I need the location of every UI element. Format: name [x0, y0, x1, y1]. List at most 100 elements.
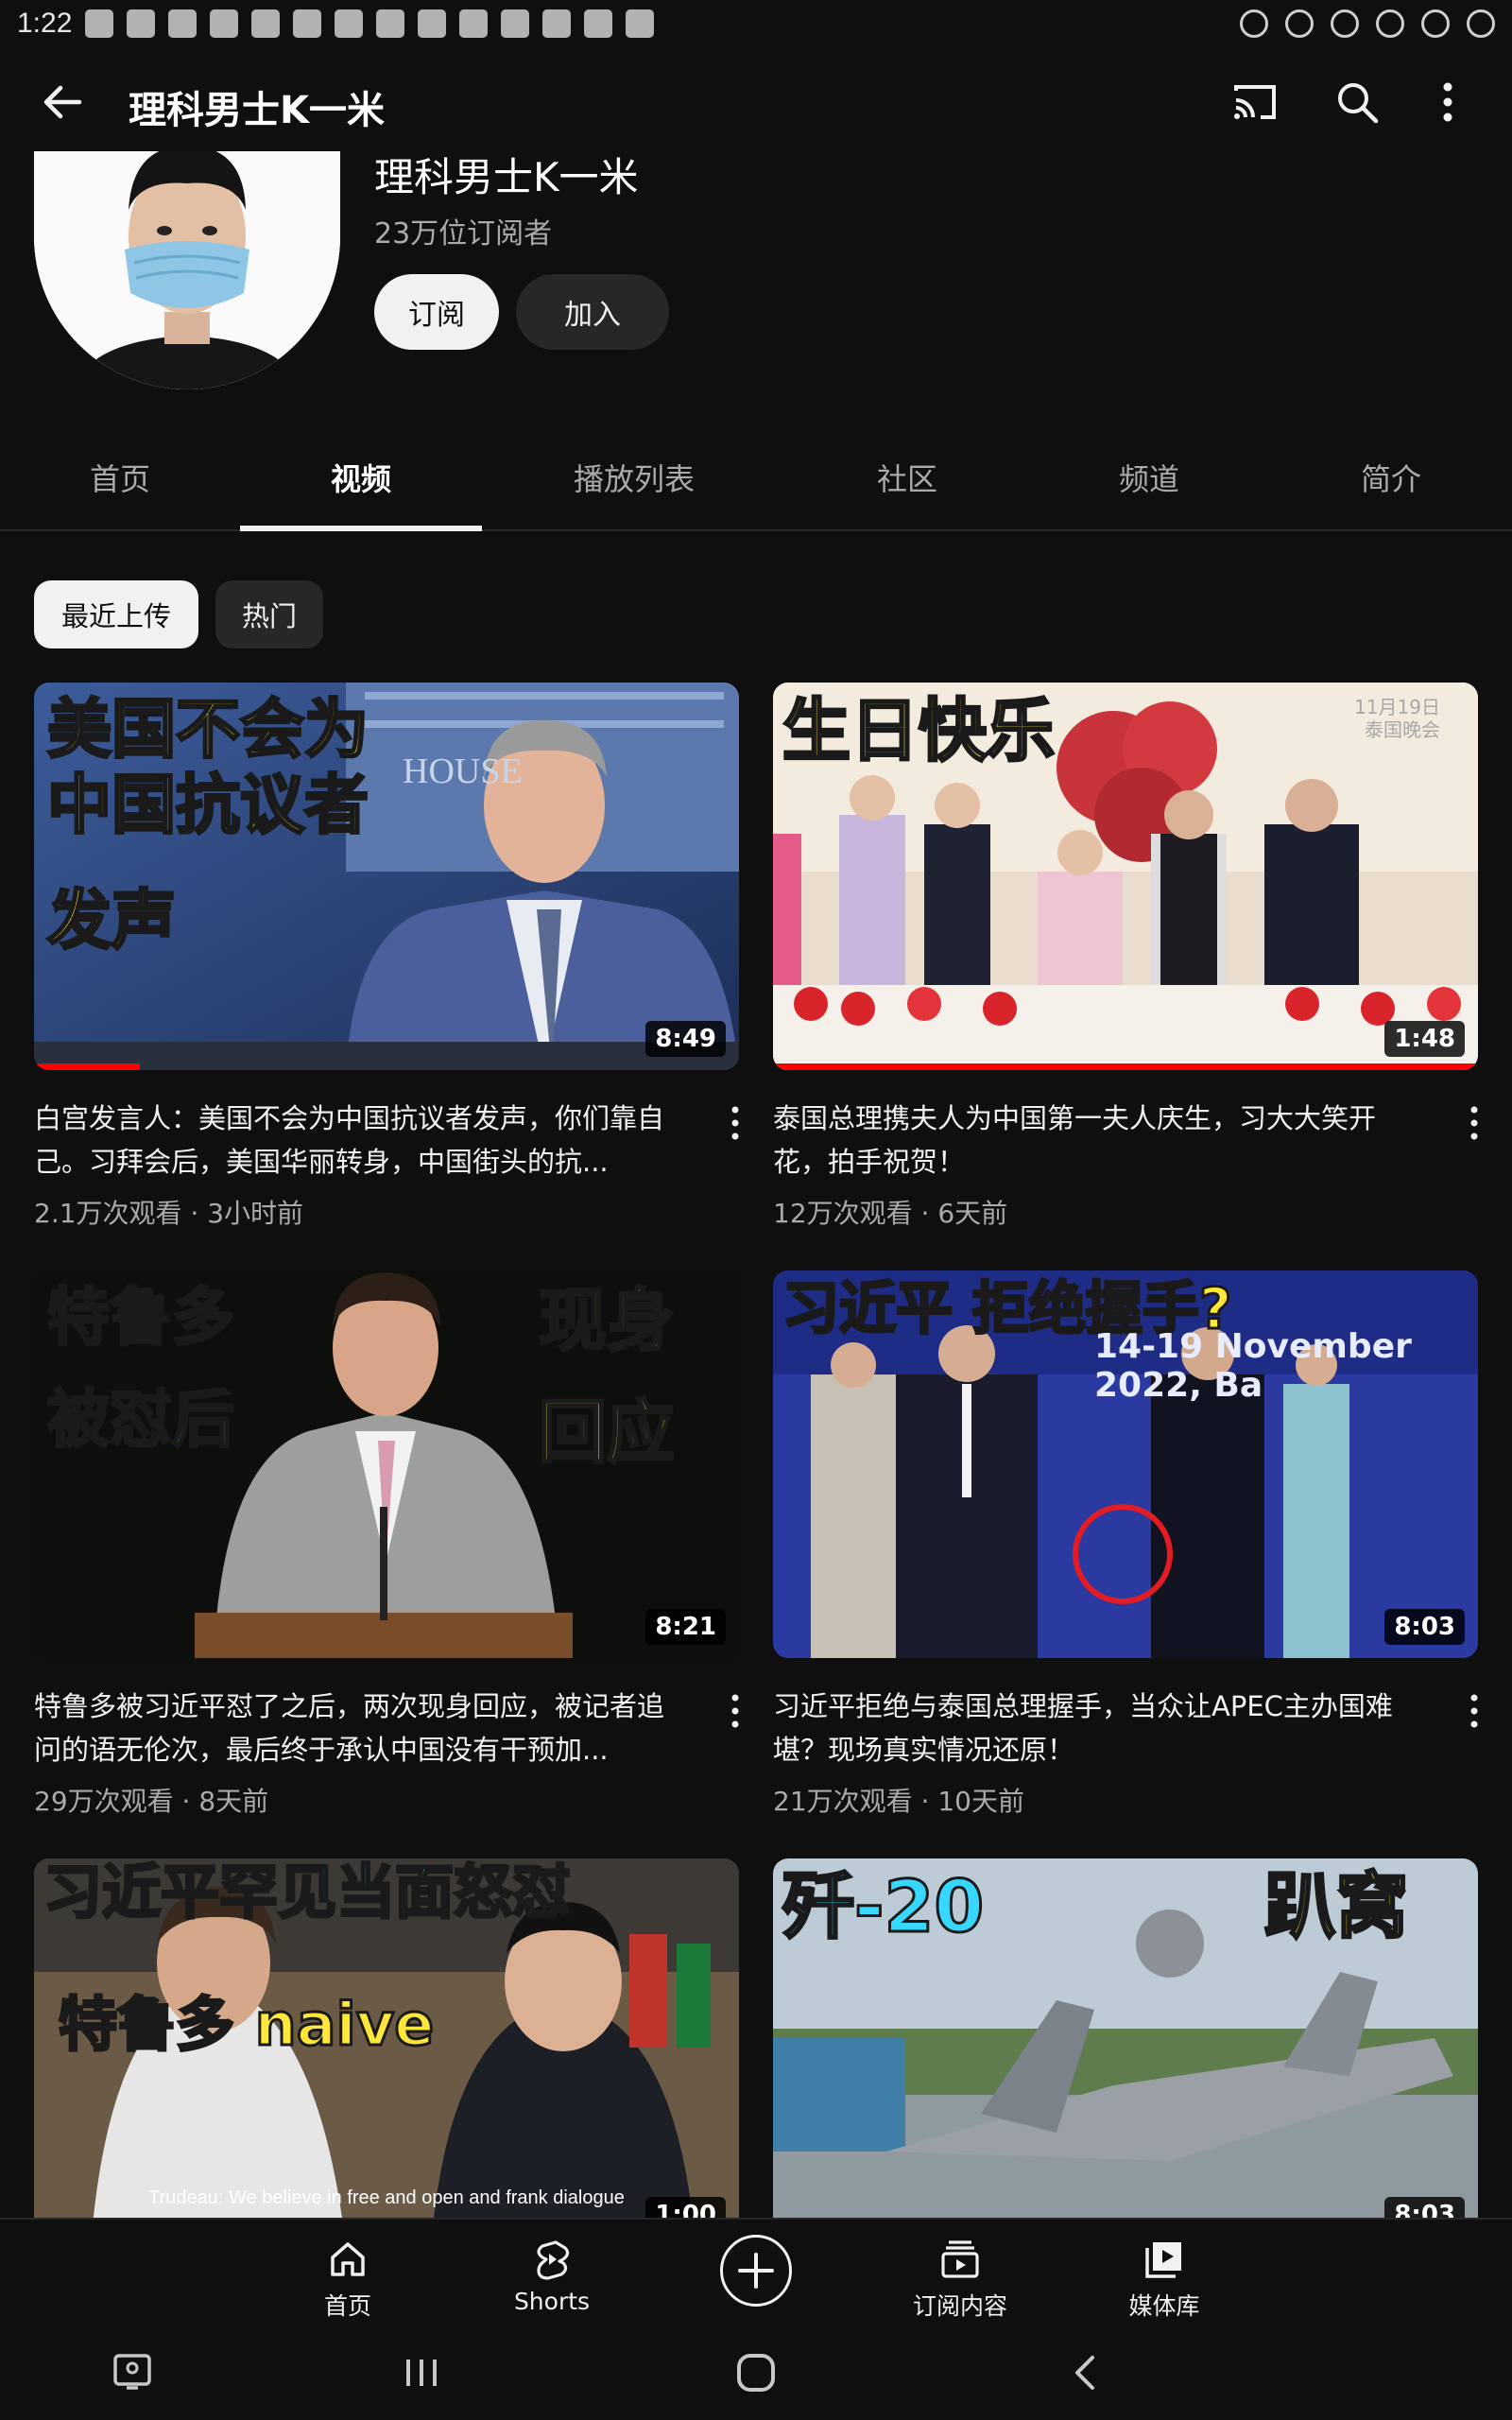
thumbnail-text: 生日快乐 — [781, 691, 1056, 771]
video-thumbnail[interactable]: 歼-20 趴窝 8:03 — [773, 1858, 1478, 2218]
video-title[interactable]: 习近平拒绝与泰国总理握手，当众让APEC主办国难堪？现场真实情况还原！ — [773, 1685, 1416, 1772]
video-more-icon[interactable] — [724, 1102, 747, 1144]
video-duration: 1:00 — [645, 2197, 726, 2218]
thumbnail-caption: Trudeau: We believe in free and open and… — [148, 2187, 625, 2208]
nav-shorts[interactable]: Shorts — [476, 2229, 627, 2324]
notification-icon — [501, 9, 529, 38]
view-count: 12万次观看 — [773, 1198, 913, 1229]
thumbnail-corner-text: 11月19日 泰国晚会 — [1354, 696, 1440, 741]
signal-icon — [1421, 9, 1450, 38]
video-duration: 1:48 — [1384, 1021, 1465, 1057]
channel-tabs: 首页 视频 播放列表 社区 频道 简介 — [0, 425, 1512, 531]
video-duration: 8:49 — [645, 1021, 726, 1057]
video-meta: 21万次观看 · 10天前 — [773, 1786, 1024, 1817]
shorts-icon — [537, 2240, 570, 2280]
video-meta: 2.1万次观看 · 3小时前 — [34, 1198, 304, 1229]
thumbnail-background-text: HOUSE — [403, 752, 523, 791]
subscribe-button[interactable]: 订阅 — [374, 274, 499, 350]
notification-icon — [584, 9, 612, 38]
upload-age: 3小时前 — [207, 1198, 304, 1229]
nav-home-label: 首页 — [323, 2292, 371, 2320]
avatar-image — [34, 151, 340, 389]
video-meta: 29万次观看 · 8天前 — [34, 1786, 269, 1817]
notification-icon — [210, 9, 238, 38]
view-count: 29万次观看 — [34, 1786, 174, 1817]
home-button-icon[interactable] — [733, 2350, 779, 2395]
tab-about[interactable]: 简介 — [1270, 425, 1512, 529]
thumbnail-text: 中国抗议者 — [45, 768, 369, 844]
view-count: 21万次观看 — [773, 1786, 913, 1817]
notification-icon — [85, 9, 113, 38]
notification-icon — [459, 9, 488, 38]
watch-progress-bar — [773, 1063, 1478, 1070]
cast-icon[interactable] — [1228, 76, 1281, 129]
thumbnail-text: 现身 — [537, 1281, 676, 1361]
tab-home[interactable]: 首页 — [0, 425, 240, 529]
channel-name: 理科男士K一米 — [374, 154, 639, 200]
nav-library[interactable]: 媒体库 — [1089, 2229, 1240, 2324]
video-duration: 8:03 — [1384, 2197, 1465, 2218]
view-count: 2.1万次观看 — [34, 1198, 182, 1229]
nav-subscriptions[interactable]: 订阅内容 — [885, 2229, 1036, 2324]
subscriber-count: 23万位订阅者 — [374, 217, 553, 251]
tab-videos[interactable]: 视频 — [240, 425, 482, 531]
status-time: 1:22 — [17, 8, 73, 39]
video-thumbnail[interactable]: 美国不会为 中国抗议者 发声 HOUSE 8:49 — [34, 683, 739, 1070]
video-thumbnail[interactable]: 生日快乐 11月19日 泰国晚会 1:48 — [773, 683, 1478, 1070]
system-back-icon[interactable] — [1064, 2350, 1109, 2395]
create-button[interactable] — [720, 2235, 792, 2307]
thumbnail-text: 发声 — [45, 883, 177, 959]
recent-apps-screenshot-icon[interactable] — [110, 2350, 155, 2395]
video-card[interactable]: 习近平罕见当面怒怼 特鲁多 naive Trudeau: We believe … — [34, 1858, 739, 2218]
video-thumbnail[interactable]: 习近平 拒绝握手? 14-19 November 2022, Ba 8:03 — [773, 1270, 1478, 1658]
search-icon[interactable] — [1331, 76, 1383, 129]
video-card[interactable]: 歼-20 趴窝 8:03 — [773, 1858, 1478, 2218]
home-icon — [331, 2242, 365, 2276]
video-duration: 8:03 — [1384, 1609, 1465, 1645]
more-options-icon[interactable] — [1425, 76, 1470, 129]
notification-icon — [376, 9, 404, 38]
thumbnail-text: 回应 — [537, 1392, 676, 1473]
notification-icon — [251, 9, 280, 38]
battery-icon — [1467, 9, 1495, 38]
subscriptions-icon — [941, 2240, 979, 2278]
system-navigation-bar — [0, 2327, 1512, 2420]
video-title[interactable]: 白宫发言人：美国不会为中国抗议者发声，你们靠自己。习拜会后，美国华丽转身，中国街… — [34, 1097, 677, 1184]
wifi-icon — [1376, 9, 1404, 38]
tab-channels[interactable]: 频道 — [1028, 425, 1270, 529]
video-duration: 8:21 — [645, 1609, 726, 1645]
video-more-icon[interactable] — [724, 1690, 747, 1732]
video-more-icon[interactable] — [1463, 1102, 1486, 1144]
mute-icon — [1285, 9, 1314, 38]
video-title[interactable]: 泰国总理携夫人为中国第一夫人庆生，习大大笑开花，拍手祝贺！ — [773, 1097, 1416, 1184]
video-thumbnail[interactable]: 特鲁多 被怼后 现身 回应 8:21 — [34, 1270, 739, 1658]
upload-age: 8天前 — [198, 1786, 269, 1817]
notification-icon — [418, 9, 446, 38]
nav-shorts-label: Shorts — [513, 2288, 591, 2315]
create-icon — [738, 2253, 774, 2289]
chip-popular[interactable]: 热门 — [215, 580, 323, 648]
app-bar: 理科男士K一米 — [0, 53, 1512, 151]
video-title[interactable]: 特鲁多被习近平怼了之后，两次现身回应，被记者追问的语无伦次，最后终于承认中国没有… — [34, 1685, 677, 1772]
channel-avatar[interactable] — [34, 151, 340, 389]
upload-age: 6天前 — [937, 1198, 1008, 1229]
chip-recent[interactable]: 最近上传 — [34, 580, 198, 648]
video-thumbnail[interactable]: 习近平罕见当面怒怼 特鲁多 naive Trudeau: We believe … — [34, 1858, 739, 2218]
system-status-icons — [1240, 9, 1495, 38]
watch-progress-bar — [34, 1063, 140, 1070]
nav-library-label: 媒体库 — [1128, 2292, 1200, 2320]
nav-home[interactable]: 首页 — [272, 2229, 423, 2324]
tab-community[interactable]: 社区 — [786, 425, 1028, 529]
notification-icon — [542, 9, 571, 38]
thumbnail-text: 被怼后 — [46, 1382, 236, 1457]
back-arrow-icon[interactable] — [34, 74, 91, 130]
recents-icon[interactable] — [399, 2350, 444, 2395]
join-button[interactable]: 加入 — [516, 274, 669, 350]
notification-icon — [293, 9, 321, 38]
upload-age: 10天前 — [937, 1786, 1024, 1817]
tab-playlists[interactable]: 播放列表 — [482, 425, 786, 529]
notification-icon — [335, 9, 363, 38]
thumbnail-text: 歼-20 — [781, 1864, 985, 1948]
video-more-icon[interactable] — [1463, 1690, 1486, 1732]
location-icon — [1331, 9, 1359, 38]
